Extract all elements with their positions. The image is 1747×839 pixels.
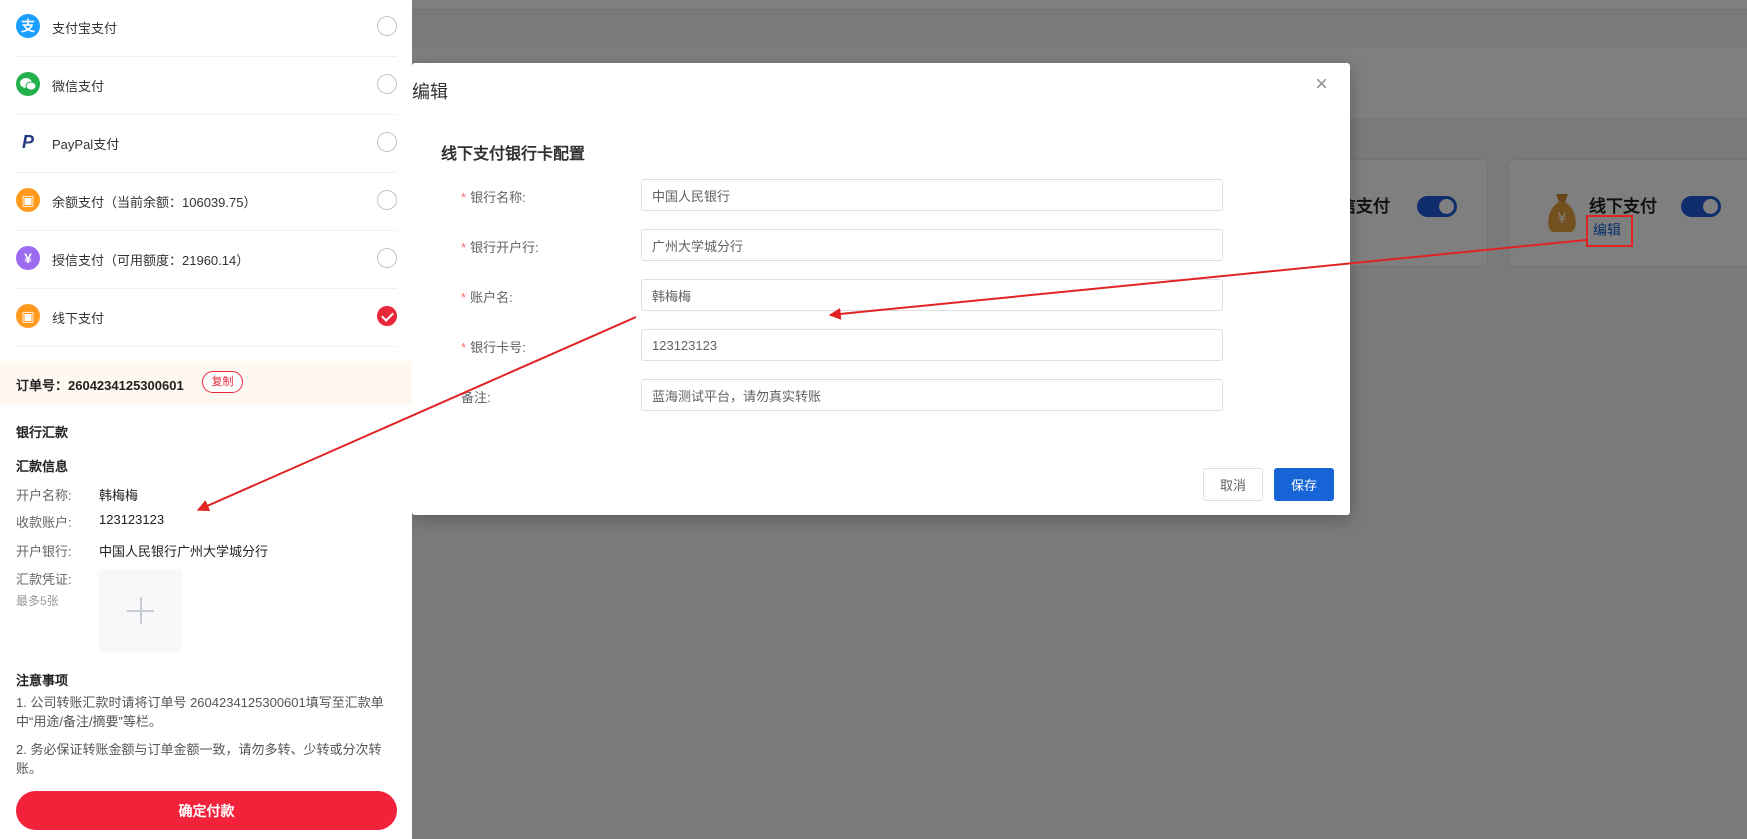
cancel-button[interactable]: 取消 (1203, 468, 1263, 501)
payment-option-paypal[interactable]: P PayPal支付 (16, 115, 397, 173)
field-label: * 银行卡号: (461, 340, 526, 355)
annotation-highlight-box (1586, 215, 1633, 247)
form-row-card-number: * 银行卡号: (412, 329, 1350, 361)
required-mark: * (461, 190, 467, 205)
required-mark: * (461, 290, 467, 305)
field-label: * 银行开户行: (461, 240, 539, 255)
card-number-input[interactable] (641, 329, 1223, 361)
bank-label: 开户银行: (16, 544, 72, 559)
required-mark: * (461, 240, 467, 255)
close-icon[interactable]: × (1315, 73, 1328, 95)
alipay-icon: 支 (16, 14, 40, 38)
voucher-hint: 最多5张 (16, 594, 59, 608)
radio-button[interactable] (377, 190, 397, 210)
wallet-icon: ▣ (16, 188, 40, 212)
voucher-label: 汇款凭证: (16, 572, 72, 587)
payment-label: PayPal支付 (52, 137, 120, 152)
form-row-bank-name: * 银行名称: (412, 179, 1350, 211)
account-name-label: 开户名称: (16, 488, 72, 503)
payment-label: 微信支付 (52, 79, 105, 94)
required-mark: * (461, 340, 467, 355)
payment-option-credit[interactable]: ¥ 授信支付（可用额度：21960.14） (16, 231, 397, 289)
save-button[interactable]: 保存 (1274, 468, 1334, 501)
payment-label: 线下支付 (52, 311, 105, 326)
form-row-account-name: * 账户名: (412, 279, 1350, 311)
bank-branch-input[interactable] (641, 229, 1223, 261)
account-name-input[interactable] (641, 279, 1223, 311)
account-name-value: 韩梅梅 (99, 488, 139, 503)
wallet-icon: ▣ (16, 304, 40, 328)
upload-voucher-button[interactable] (99, 569, 182, 652)
payment-label: 支付宝支付 (52, 21, 118, 36)
section-title: 线下支付银行卡配置 (441, 146, 586, 163)
wechat-icon (16, 72, 40, 96)
remark-input[interactable] (641, 379, 1223, 411)
order-number: 订单号：2604234125300601 (16, 378, 184, 393)
payment-option-alipay[interactable]: 支 支付宝支付 (16, 0, 397, 57)
confirm-payment-button[interactable]: 确定付款 (16, 791, 397, 830)
payment-drawer: 支 支付宝支付 微信支付 P PayPal支付 ▣ 余额支付（当前余额：1060… (0, 0, 412, 839)
account-no-label: 收款账户: (16, 515, 72, 530)
radio-button[interactable] (377, 16, 397, 36)
form-row-bank-branch: * 银行开户行: (412, 229, 1350, 261)
field-label: * 账户名: (461, 290, 513, 305)
payment-option-balance[interactable]: ▣ 余额支付（当前余额：106039.75） (16, 173, 397, 231)
note-1: 1. 公司转账汇款时请将订单号 2604234125300601填写至汇款单中“… (16, 695, 384, 729)
order-number-bar: 订单号：2604234125300601 复制 (0, 361, 412, 405)
credit-icon: ¥ (16, 246, 40, 270)
field-label: 备注: (461, 390, 491, 405)
note-2: 2. 务必保证转账金额与订单金额一致，请勿多转、少转或分次转账。 (16, 742, 382, 776)
radio-button[interactable] (377, 248, 397, 268)
radio-button-checked[interactable] (377, 306, 397, 326)
remit-info-title: 汇款信息 (16, 459, 69, 474)
copy-button[interactable]: 复制 (202, 371, 243, 393)
bank-name-input[interactable] (641, 179, 1223, 211)
notes-title: 注意事项 (16, 673, 69, 688)
edit-dialog: 编辑 × 线下支付银行卡配置 *银行名称: *银行开户行: *账户名: *银行卡… (412, 63, 1350, 515)
field-label: * 银行名称: (461, 190, 526, 205)
radio-button[interactable] (377, 132, 397, 152)
paypal-icon: P (21, 132, 34, 152)
payment-option-offline[interactable]: ▣ 线下支付 (16, 289, 397, 347)
bank-transfer-title: 银行汇款 (16, 425, 69, 440)
payment-label: 授信支付（可用额度：21960.14） (52, 253, 250, 268)
payment-label: 余额支付（当前余额：106039.75） (52, 195, 257, 210)
bank-value: 中国人民银行广州大学城分行 (99, 544, 269, 559)
radio-button[interactable] (377, 74, 397, 94)
form-row-remark: 备注: (412, 379, 1350, 411)
payment-option-wechat[interactable]: 微信支付 (16, 57, 397, 115)
account-no-value: 123123123 (99, 512, 165, 527)
dialog-title: 编辑 (412, 82, 448, 102)
